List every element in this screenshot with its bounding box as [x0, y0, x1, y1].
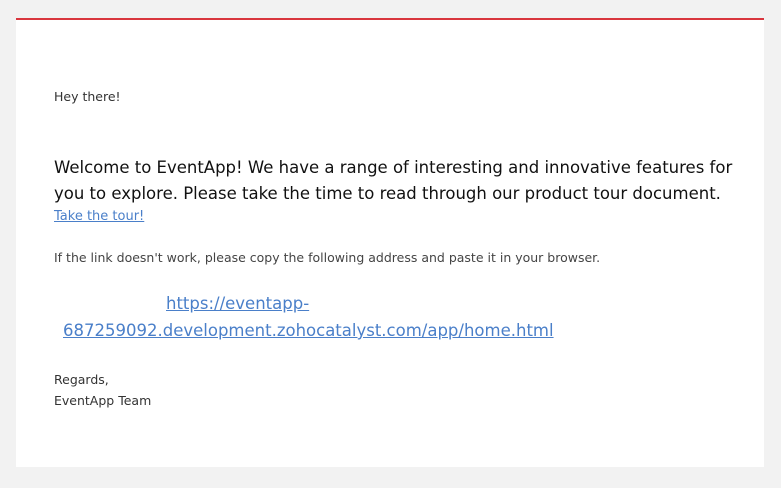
- instruction-text: If the link doesn't work, please copy th…: [54, 250, 601, 265]
- signature-text: EventApp Team: [54, 393, 152, 408]
- app-address-link[interactable]: https://eventapp- 687259092.development.z…: [63, 294, 554, 340]
- welcome-message: Welcome to EventApp! We have a range of …: [54, 158, 733, 203]
- greeting-text: Hey there!: [54, 89, 121, 104]
- sign-off: Regards, EventApp Team: [54, 369, 151, 411]
- take-tour-link[interactable]: Take the tour!: [54, 209, 144, 224]
- email-card: Hey there! Welcome to EventApp! We have …: [16, 18, 764, 467]
- app-address-link-line1: https://eventapp-: [166, 294, 310, 313]
- address-block: https://eventapp- 687259092.development.z…: [63, 290, 743, 344]
- regards-text: Regards,: [54, 372, 109, 387]
- app-address-link-line2: 687259092.development.zohocatalyst.com/a…: [63, 321, 554, 340]
